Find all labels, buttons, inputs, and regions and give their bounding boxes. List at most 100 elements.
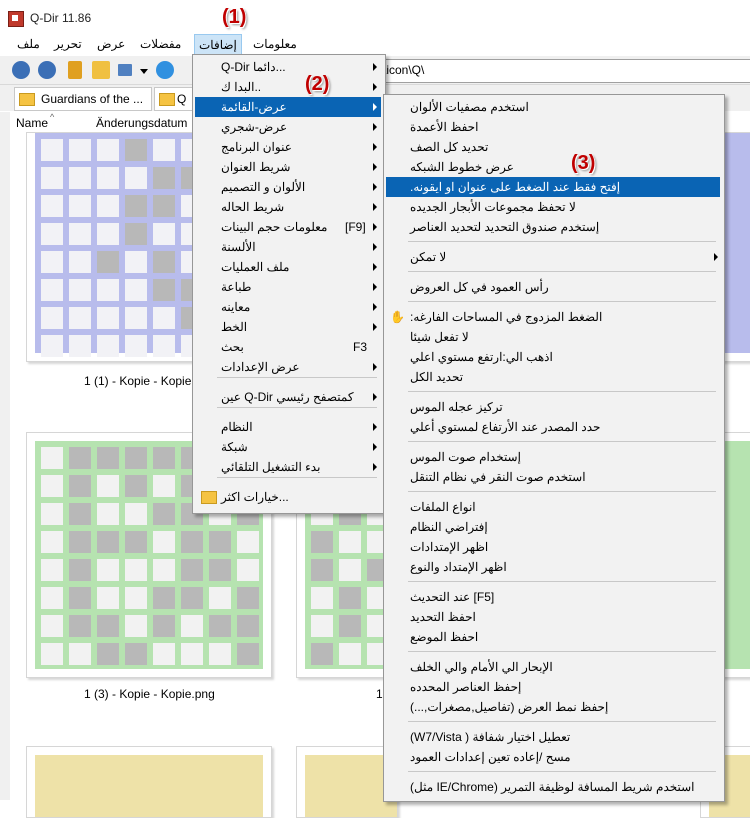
grid-cell (97, 615, 119, 637)
tab-guardians[interactable]: Guardians of the ... (14, 87, 152, 111)
up-folder-icon[interactable] (68, 61, 82, 79)
list-view-menu-item[interactable]: تحديد الكل (386, 367, 720, 387)
list-view-menu-item[interactable]: اظهر الإمتداد والنوع (386, 557, 720, 577)
back-icon[interactable] (12, 61, 30, 79)
list-view-menu-item[interactable]: استخدم مصفيات الألوان (386, 97, 720, 117)
list-view-menu-item[interactable]: مسح /إعاده تعين إعدادات العمود (386, 747, 720, 767)
extras-menu-item[interactable]: بدء التشغيل التلقائي (195, 457, 381, 477)
grid-cell (209, 643, 231, 665)
grid-cell (125, 615, 147, 637)
grid-cell (125, 559, 147, 581)
menu-separator (217, 407, 377, 408)
column-name[interactable]: Name (16, 116, 48, 130)
extras-menu-item[interactable]: خيارات اكثر... (195, 487, 381, 507)
callout-1: (1) (222, 6, 247, 28)
list-view-menu-item[interactable]: احفظ الأعمدة (386, 117, 720, 137)
new-folder-icon[interactable] (92, 61, 110, 79)
list-view-menu-item[interactable]: عرض خطوط الشبكه (386, 157, 720, 177)
menu-info[interactable]: معلومات (253, 37, 297, 51)
chevron-down-icon[interactable] (140, 69, 148, 74)
list-view-menu-item[interactable]: إحفظ العناصر المحدده (386, 677, 720, 697)
menu-extras[interactable]: إضافات (194, 34, 242, 56)
menu-item-label: استخدم صوت النقر في نظام التنقل (410, 470, 586, 484)
list-view-menu-item[interactable]: [F5] عند التحديث (386, 587, 720, 607)
list-view-menu-item[interactable]: استخدم صوت النقر في نظام التنقل (386, 467, 720, 487)
extras-menu-item[interactable]: عنوان البرنامج (195, 137, 381, 157)
list-view-menu-item[interactable]: تحديد كل الصف (386, 137, 720, 157)
list-view-menu-item[interactable]: تركيز عجله الموس (386, 397, 720, 417)
file-caption[interactable]: 1 (1) - Kopie - Kopie. (84, 374, 195, 388)
list-view-menu-item[interactable]: حدد المصدر عند الأرتفاع لمستوي أعلي (386, 417, 720, 437)
extras-menu-item[interactable]: البدا ك.. (195, 77, 381, 97)
list-view-menu-item[interactable]: اظهر الإمتدادات (386, 537, 720, 557)
list-view-menu-item[interactable]: الضغط المزدوج في المساحات الفارغه: ✋ (386, 307, 720, 327)
list-view-menu-item[interactable]: استخدم شريط المسافة لوظيفة التمرير (IE/C… (386, 777, 720, 797)
address-bar[interactable]: \icon\Q\ (378, 59, 750, 83)
extras-menu-item[interactable]: الألوان و التصميم (195, 177, 381, 197)
extras-menu-item[interactable]: شبكة (195, 437, 381, 457)
list-view-menu-item[interactable]: إفتح فقط عند الضغط على عنوان او ايقونه. (386, 177, 720, 197)
extras-menu-item[interactable]: بحث F3 (195, 337, 381, 357)
menu-edit[interactable]: تحرير (54, 37, 82, 51)
list-view-menu-item[interactable]: احفظ التحديد (386, 607, 720, 627)
file-caption[interactable]: 1 (376, 687, 383, 701)
grid-cell (237, 587, 259, 609)
grid-cell (69, 503, 91, 525)
list-view-menu-item[interactable]: احفظ الموضع (386, 627, 720, 647)
list-view-menu-item[interactable]: إحفظ نمط العرض (تفاصيل,مصغرات,...) (386, 697, 720, 717)
grid-cell (97, 503, 119, 525)
menu-file[interactable]: ملف (17, 37, 40, 51)
forward-icon[interactable] (38, 61, 56, 79)
menu-item-label: الخط (221, 320, 248, 334)
grid-cell (311, 643, 333, 665)
extras-menu-item[interactable]: شريط العنوان (195, 157, 381, 177)
grid-cell (97, 335, 119, 357)
menu-separator (408, 271, 716, 272)
column-date[interactable]: Änderungsdatum (96, 116, 187, 130)
list-view-menu-item[interactable]: لا تحفظ مجموعات الأبجار الجديده (386, 197, 720, 217)
list-view-menu-item[interactable]: إستخدام صوت الموس (386, 447, 720, 467)
extras-menu-item[interactable]: عرض-شجري (195, 117, 381, 137)
list-view-menu-item[interactable]: الإبحار الي الأمام والي الخلف (386, 657, 720, 677)
grid-cell (69, 139, 91, 161)
list-view-menu-item[interactable]: لا تفعل شيئا (386, 327, 720, 347)
menu-item-label: احفظ الموضع (410, 630, 479, 644)
thumbnail-4[interactable] (26, 746, 272, 818)
extras-menu-item[interactable]: الخط (195, 317, 381, 337)
extras-menu-item[interactable]: معلومات حجم البينات [F9] (195, 217, 381, 237)
menu-separator (408, 491, 716, 492)
list-view-menu-item[interactable]: إفتراضي النظام (386, 517, 720, 537)
extras-menu-item[interactable]: عرض الإعدادات (195, 357, 381, 377)
file-caption[interactable]: 1 (3) - Kopie - Kopie.png (84, 687, 215, 701)
list-view-menu-item[interactable]: إستخدم صندوق التحديد لتحديد العناصر (386, 217, 720, 237)
extras-menu-item[interactable]: النظام (195, 417, 381, 437)
tab-q[interactable]: Q (154, 87, 196, 111)
list-view-menu-item[interactable]: تعطيل اختيار شفافة ( W7/Vista) (386, 727, 720, 747)
menu-separator (408, 241, 716, 242)
chevron-right-icon (373, 393, 377, 401)
extras-menu-item[interactable]: Q-Dir دائما... (195, 57, 381, 77)
menu-item-label: عين Q-Dir كمتصفح رئيسي (221, 390, 354, 404)
grid-cell (97, 167, 119, 189)
list-view-menu-item[interactable]: رأس العمود في كل العروض (386, 277, 720, 297)
extras-menu-item[interactable]: معاينه (195, 297, 381, 317)
extras-menu-item[interactable]: ملف العمليات (195, 257, 381, 277)
extras-menu-item[interactable]: عرض-القائمة (195, 97, 381, 117)
extras-menu-item[interactable]: شريط الحاله (195, 197, 381, 217)
grid-cell (97, 643, 119, 665)
list-view-menu-item[interactable]: انواع الملفات (386, 497, 720, 517)
shortcut-label: F3 (353, 340, 368, 354)
list-view-menu-item[interactable]: لا تمكن (386, 247, 720, 267)
list-view-menu-item[interactable]: اذهب الي:ارتفع مستوي اعلي (386, 347, 720, 367)
grid-cell (41, 531, 63, 553)
tab-label: Q (177, 92, 187, 106)
extras-menu-item[interactable]: عين Q-Dir كمتصفح رئيسي (195, 387, 381, 407)
menu-view[interactable]: عرض (97, 37, 125, 51)
grid-cell (97, 251, 119, 273)
grid-cell (97, 447, 119, 469)
refresh-icon[interactable] (156, 61, 174, 79)
extras-menu-item[interactable]: الألسنة (195, 237, 381, 257)
menu-favorites[interactable]: مفضلات (140, 37, 181, 51)
extras-menu-item[interactable]: طباعة (195, 277, 381, 297)
view-mode-icon[interactable] (118, 64, 132, 76)
